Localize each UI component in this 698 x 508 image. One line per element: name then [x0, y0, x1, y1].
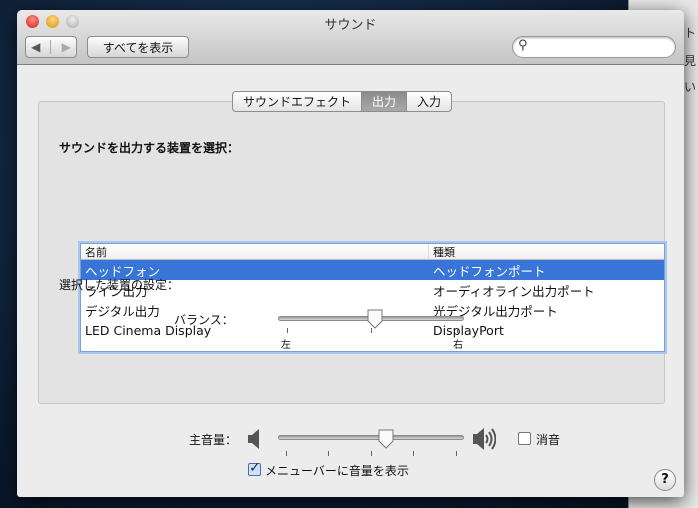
- search-input[interactable]: ⚲: [512, 36, 676, 58]
- tick: [328, 451, 329, 456]
- balance-thumb[interactable]: [366, 309, 384, 329]
- show-in-menubar-checkbox[interactable]: ✓: [248, 460, 261, 476]
- tick: [287, 328, 288, 333]
- speaker-low-icon: [248, 429, 259, 449]
- mute-checkbox[interactable]: [518, 432, 531, 445]
- tick: [371, 451, 372, 456]
- output-panel: サウンドを出力する装置を選択： 名前 種類 ヘッドフォン ヘッドフォンポート ライ…: [38, 101, 676, 491]
- device-type: ヘッドフォンポート: [433, 263, 546, 279]
- device-type: オーディオライン出力ポート: [433, 283, 595, 299]
- show-all-button[interactable]: すべてを表示: [87, 36, 189, 58]
- back-forward-control: ◀ ▶: [25, 36, 77, 58]
- window-title: サウンド: [324, 18, 377, 33]
- search-icon: ⚲: [518, 38, 528, 53]
- toolbar: サウンド ◀ ▶ すべてを表示 ⚲: [17, 10, 684, 65]
- volume-track[interactable]: [278, 435, 464, 440]
- back-arrow-icon[interactable]: ◀: [31, 40, 40, 54]
- tick: [456, 451, 457, 456]
- bg-text: ト: [684, 26, 697, 40]
- tab-input[interactable]: 入力: [407, 92, 451, 111]
- tick: [457, 328, 458, 333]
- mute-label: 消音: [536, 433, 561, 447]
- settings-label: 選択した装置の設定：: [59, 278, 180, 292]
- device-type: DisplayPort: [433, 322, 504, 338]
- forward-arrow-icon[interactable]: ▶: [62, 40, 71, 54]
- table-header: 名前 種類: [81, 244, 664, 260]
- tab-output[interactable]: 出力: [362, 92, 408, 111]
- tab-bar: サウンドエフェクト 出力 入力: [232, 91, 453, 112]
- device-table[interactable]: 名前 種類 ヘッドフォン ヘッドフォンポート ライン出力 オーディオライン出力ポート…: [80, 243, 665, 352]
- sound-preferences-window: サウンド ◀ ▶ すべてを表示 ⚲ サウンドを出力する装置を選択： 名前 種類 ヘ…: [17, 10, 684, 497]
- checkmark-icon: ✓: [249, 460, 261, 476]
- tick: [286, 451, 287, 456]
- bg-text: 見: [684, 54, 697, 68]
- tab-sound-effects[interactable]: サウンドエフェクト: [233, 92, 363, 111]
- balance-left-label: 左: [281, 340, 291, 351]
- balance-right-label: 右: [453, 340, 463, 351]
- volume-thumb[interactable]: [377, 429, 395, 449]
- show-in-menubar-label: メニューバーに音量を表示: [265, 464, 409, 478]
- tick: [413, 451, 414, 456]
- balance-label: バランス：: [174, 313, 234, 327]
- output-heading: サウンドを出力する装置を選択：: [59, 141, 240, 155]
- column-name[interactable]: 名前: [81, 244, 429, 259]
- speaker-high-icon: [473, 428, 496, 450]
- volume-label: 主音量：: [189, 433, 238, 447]
- tick: [371, 328, 372, 333]
- help-button[interactable]: ?: [654, 469, 676, 491]
- bg-text: い: [684, 80, 697, 94]
- column-type[interactable]: 種類: [429, 244, 455, 259]
